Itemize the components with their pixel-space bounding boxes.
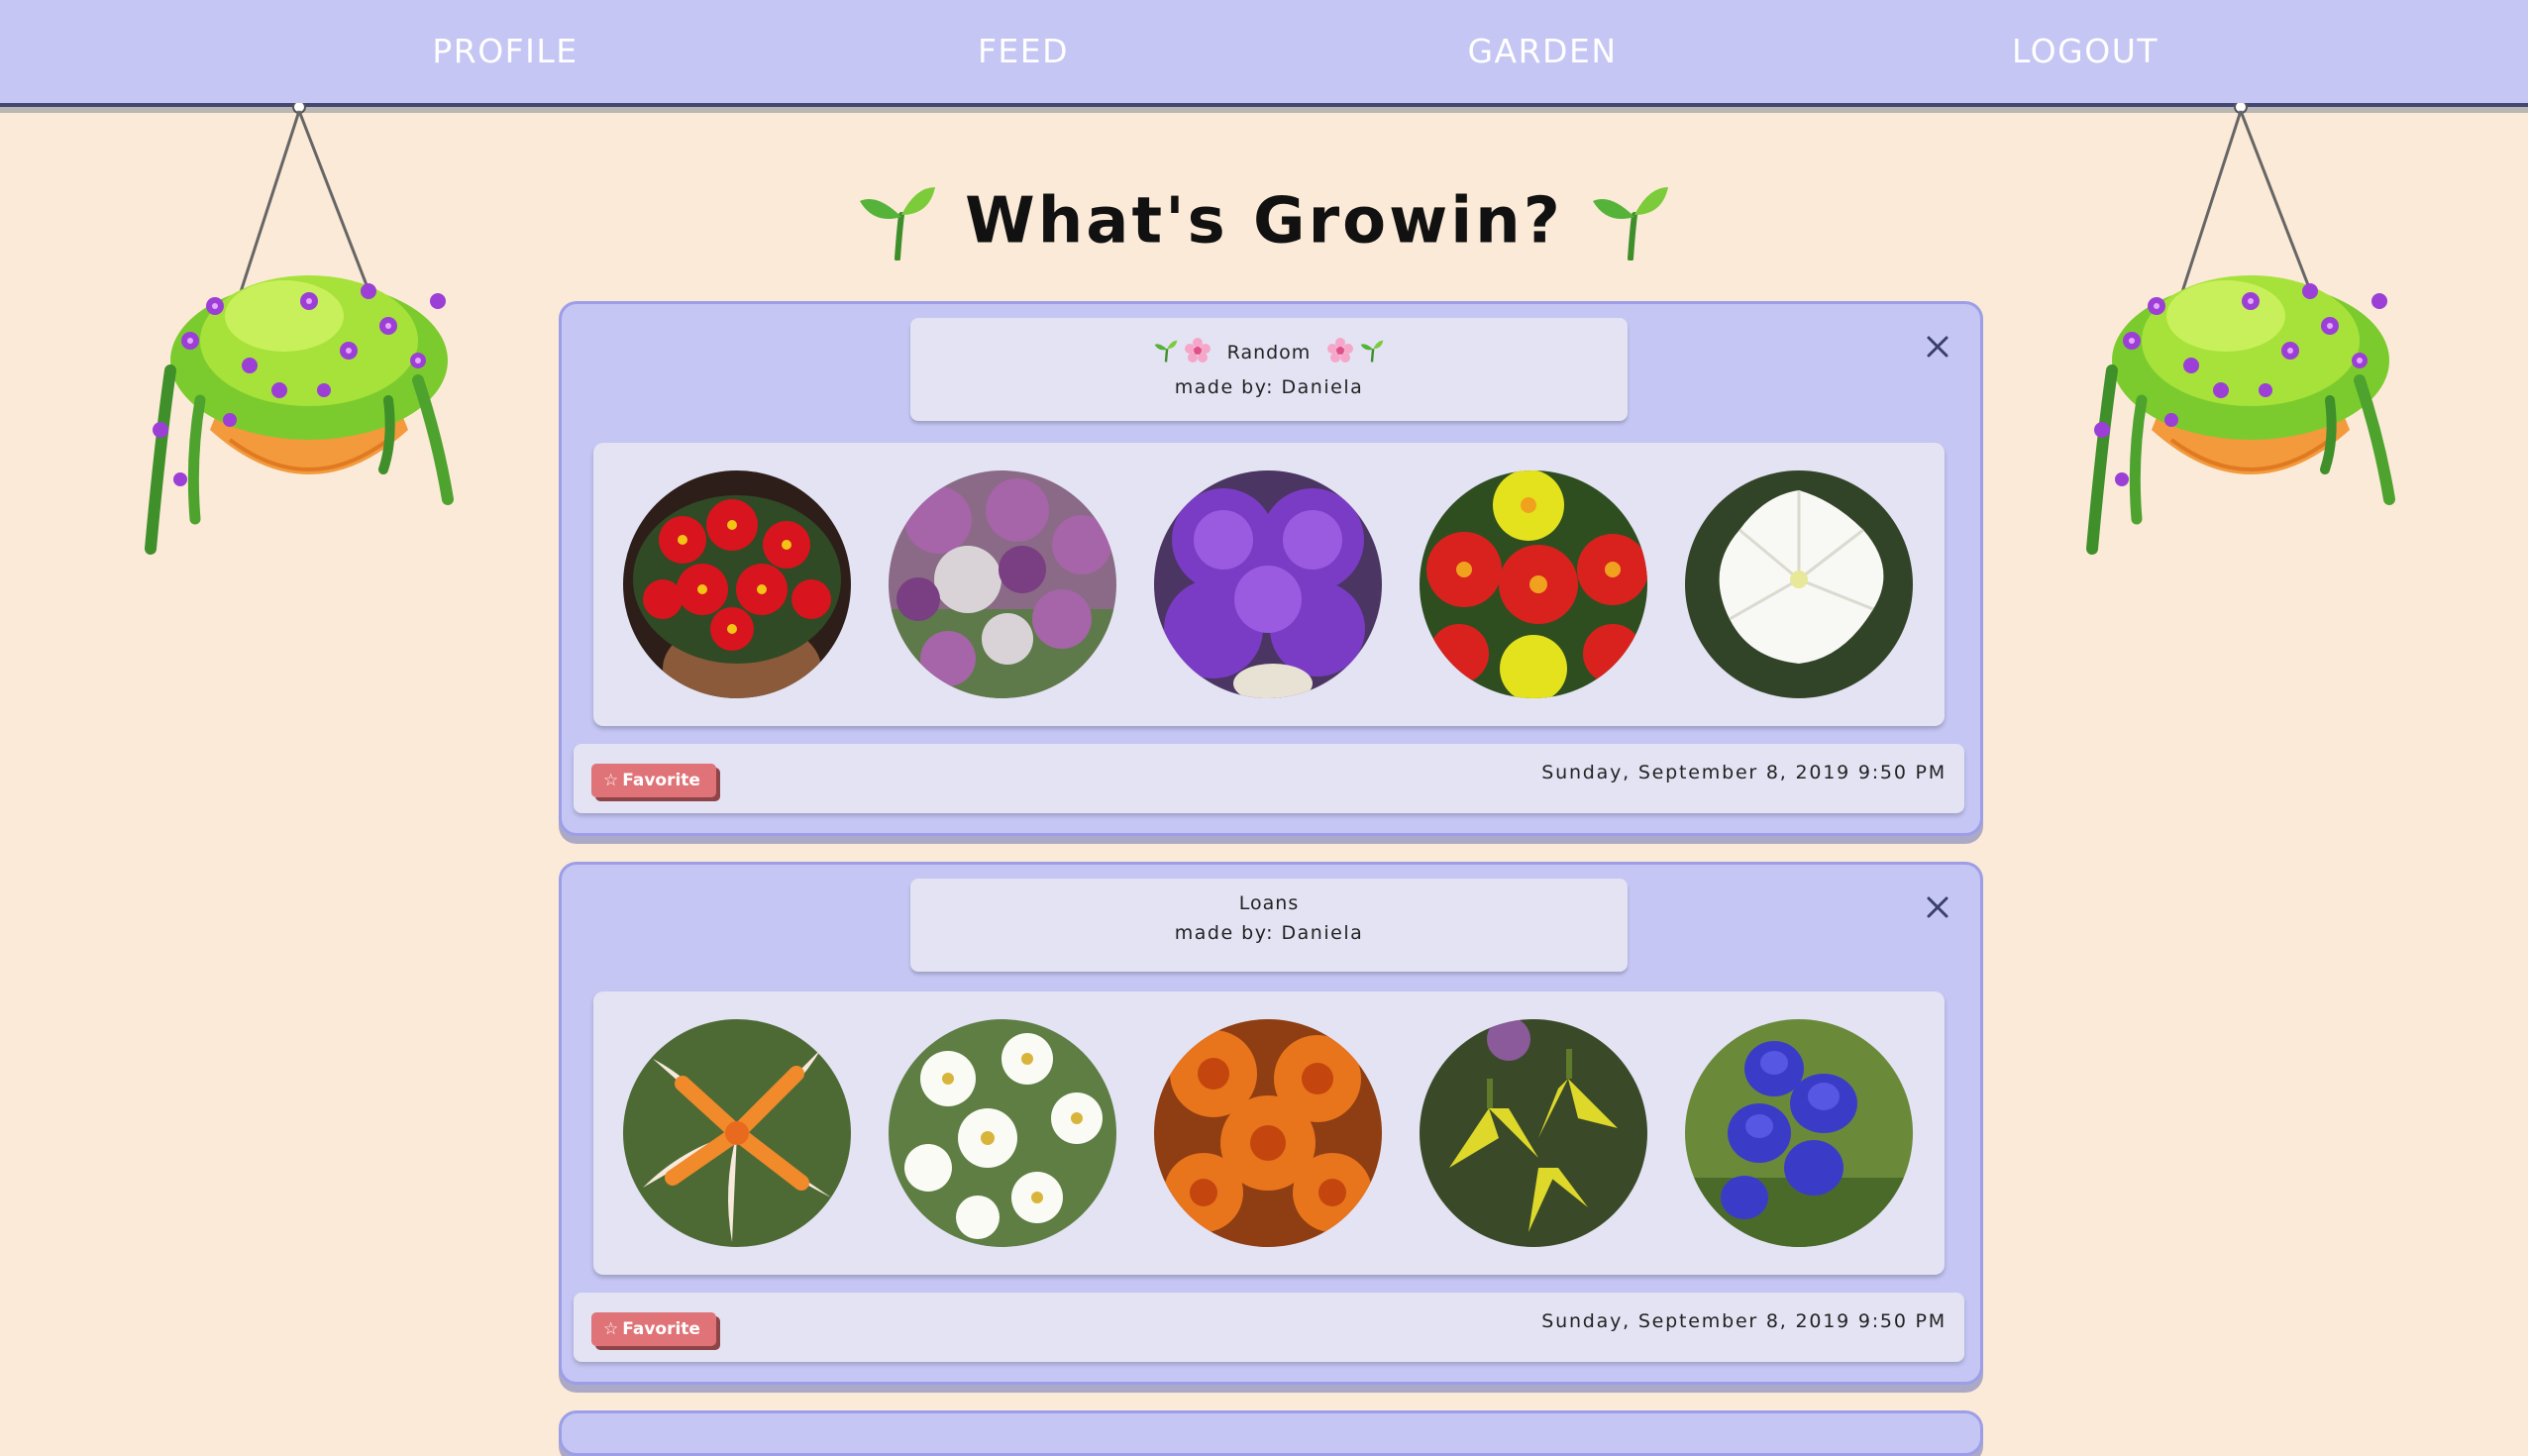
nav-profile-link[interactable]: PROFILE	[432, 28, 578, 75]
flower-photo-red-begonia[interactable]	[623, 470, 851, 698]
star-icon: ☆	[603, 771, 619, 790]
top-navbar: PROFILE FEED GARDEN LOGOUT	[0, 0, 2528, 107]
flower-gallery	[593, 443, 1945, 726]
favorite-button[interactable]: ☆ Favorite	[591, 764, 716, 797]
flower-photo-white-petunia[interactable]	[1685, 470, 1913, 698]
post-card-partial	[559, 1410, 1983, 1456]
close-icon[interactable]	[1925, 334, 1950, 360]
flower-photo-white-daffodil[interactable]	[889, 1019, 1116, 1247]
card-header: Loans made by: Daniela	[910, 879, 1628, 972]
post-date: Sunday, September 8, 2019 9:50 PM	[1541, 1310, 1947, 1332]
flower-photo-zinnia[interactable]	[1420, 470, 1647, 698]
card-footer: ☆ Favorite Sunday, September 8, 2019 9:50…	[574, 1293, 1964, 1362]
flower-photo-orange-lily[interactable]	[623, 1019, 851, 1247]
card-name-row: Random	[910, 338, 1628, 368]
post-date: Sunday, September 8, 2019 9:50 PM	[1541, 762, 1947, 783]
card-footer: ☆ Favorite Sunday, September 8, 2019 9:50…	[574, 744, 1964, 813]
sprout-icon	[1591, 181, 1670, 262]
favorite-label: Favorite	[622, 1319, 700, 1339]
page-title-text: What's Growin?	[965, 184, 1563, 259]
close-icon[interactable]	[1925, 894, 1950, 920]
flower-photo-purple-carnation[interactable]	[1154, 470, 1382, 698]
flower-photo-orange-marigold[interactable]	[1154, 1019, 1382, 1247]
nav-logout-link[interactable]: LOGOUT	[2012, 28, 2159, 75]
card-name: Loans	[1238, 892, 1300, 914]
card-name: Random	[1226, 342, 1312, 364]
sprout-icon	[1154, 339, 1178, 367]
flower-photo-purple-allium[interactable]	[889, 470, 1116, 698]
pink-flower-icon	[1327, 338, 1354, 368]
star-icon: ☆	[603, 1319, 619, 1339]
pink-flower-icon	[1184, 338, 1211, 368]
card-header: Random made by: Daniela	[910, 318, 1628, 421]
nav-garden-link[interactable]: GARDEN	[1467, 28, 1617, 75]
flower-photo-yellow-fritillaria[interactable]	[1420, 1019, 1647, 1247]
flower-photo-blue-monkshood[interactable]	[1685, 1019, 1913, 1247]
page-title: What's Growin?	[0, 168, 2528, 267]
post-card: Random made by: Daniela ☆ Favorite Sunda…	[559, 301, 1983, 836]
card-author: made by: Daniela	[1174, 922, 1364, 944]
favorite-button[interactable]: ☆ Favorite	[591, 1312, 716, 1346]
post-card: Loans made by: Daniela ☆ Favorite Sunday,…	[559, 862, 1983, 1385]
sprout-icon	[1360, 339, 1384, 367]
favorite-label: Favorite	[622, 771, 700, 790]
nav-feed-link[interactable]: FEED	[978, 28, 1069, 75]
card-author: made by: Daniela	[1174, 376, 1364, 398]
sprout-icon	[858, 181, 937, 262]
flower-gallery	[593, 991, 1945, 1275]
